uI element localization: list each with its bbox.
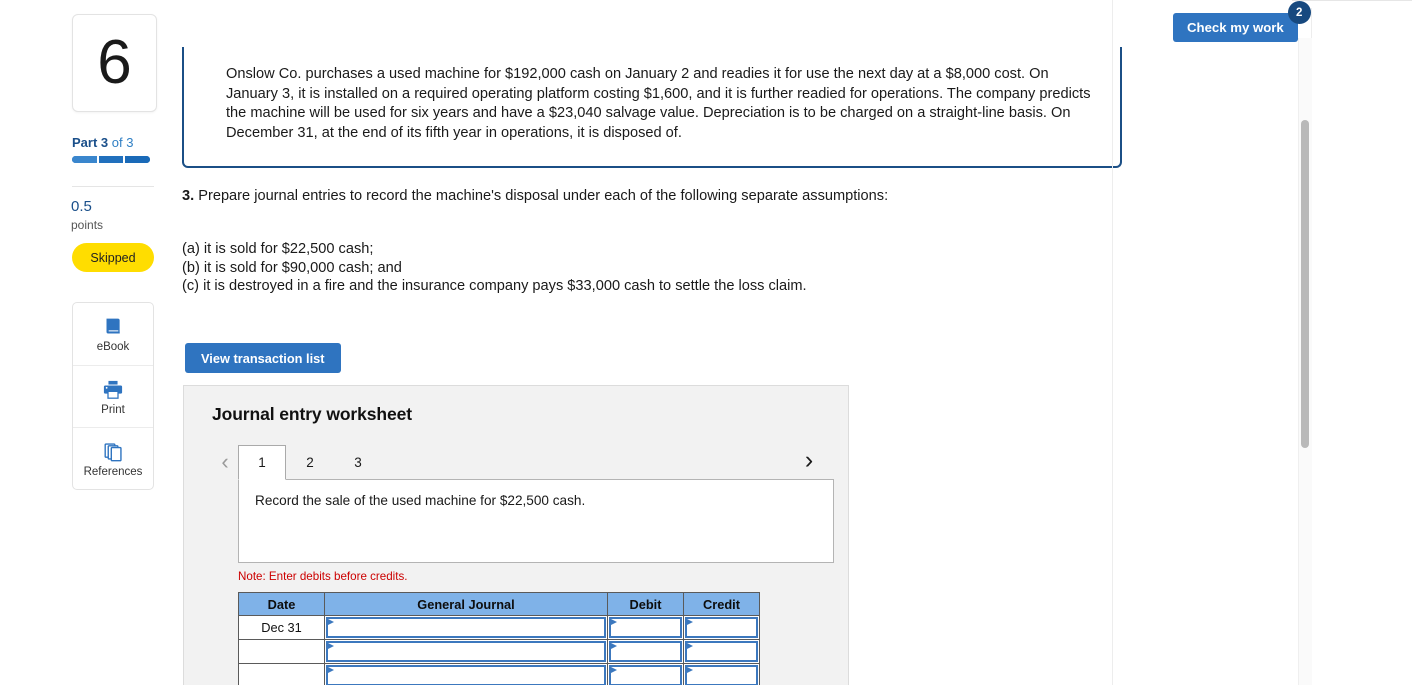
column-header-general-journal: General Journal [324,592,608,616]
book-icon [103,315,124,337]
column-header-date: Date [238,592,325,616]
tool-print[interactable]: Print [73,365,153,427]
cell-debit-3[interactable] [607,663,684,685]
input-debit-1[interactable] [609,617,682,638]
cell-general-journal-3[interactable] [324,663,608,685]
question-number-card: 6 [72,14,157,115]
cell-debit-1[interactable] [607,615,684,640]
tool-references[interactable]: References [73,427,153,489]
part-indicator: Part 3 of 3 [72,135,172,150]
check-my-work-button[interactable]: Check my work [1173,13,1298,42]
worksheet-tab-1-label: 1 [258,455,266,470]
assumption-c: (c) it is destroyed in a fire and the in… [182,278,807,294]
cell-debit-2[interactable] [607,639,684,664]
worksheet-instruction-text: Record the sale of the used machine for … [255,493,586,508]
column-header-credit: Credit [683,592,760,616]
tool-ebook[interactable]: eBook [73,303,153,365]
assumption-list: (a) it is sold for $22,500 cash; (b) it … [182,240,807,296]
check-my-work-wrapper: Check my work 2 [1173,1,1311,42]
cell-date-2[interactable] [238,639,325,664]
view-transaction-list-button[interactable]: View transaction list [185,343,341,373]
journal-entry-table: Date General Journal Debit Credit Dec 31 [238,592,760,685]
cell-general-journal-1[interactable] [324,615,608,640]
progress-segment-1 [72,156,97,163]
rail-divider [72,186,154,187]
problem-statement-text: Onslow Co. purchases a used machine for … [226,66,1091,141]
question-prompt-number: 3. [182,188,195,204]
main-right-divider [1112,0,1113,685]
main-content: Onslow Co. purchases a used machine for … [180,0,1292,685]
worksheet-tab-1[interactable]: 1 [238,445,286,480]
worksheet-tabs: ‹ 1 2 3 › [212,443,826,480]
worksheet-title: Journal entry worksheet [212,404,412,424]
assumption-a: (a) it is sold for $22,500 cash; [182,241,374,257]
copy-pages-icon [103,440,124,462]
input-general-journal-1[interactable] [326,617,606,638]
input-general-journal-2[interactable] [326,641,606,662]
column-header-debit: Debit [607,592,684,616]
input-credit-3[interactable] [685,665,758,685]
cell-date-1: Dec 31 [238,615,325,640]
tool-ebook-label: eBook [96,341,130,353]
table-header-row: Date General Journal Debit Credit [238,592,760,616]
cell-credit-1[interactable] [683,615,760,640]
journal-entry-worksheet-panel: Journal entry worksheet ‹ 1 2 3 › Record… [183,385,849,685]
check-my-work-badge: 2 [1287,1,1311,24]
printer-icon [102,378,124,400]
problem-statement-box: Onslow Co. purchases a used machine for … [182,47,1122,168]
part-indicator-current: Part 3 [72,135,109,150]
chevron-right-icon[interactable]: › [796,443,822,477]
tool-print-label: Print [101,403,125,416]
chevron-left-icon[interactable]: ‹ [212,445,238,479]
part-indicator-total: of 3 [111,135,134,150]
worksheet-tab-3-label: 3 [354,454,362,470]
input-debit-3[interactable] [609,665,682,685]
debits-before-credits-note: Note: Enter debits before credits. [238,570,408,583]
cell-credit-2[interactable] [683,639,760,664]
progress-segment-3 [123,156,150,163]
input-general-journal-3[interactable] [326,665,606,685]
part-progress-bar [72,156,150,163]
points-value: 0.5 [71,198,92,215]
points-label: points [71,218,104,232]
tool-references-label: References [83,465,143,478]
table-row [238,663,760,685]
table-row [238,639,760,664]
worksheet-tab-3[interactable]: 3 [334,445,382,479]
question-prompt: 3. Prepare journal entries to record the… [182,188,888,204]
cell-general-journal-2[interactable] [324,639,608,664]
tool-panel: eBook Print References [72,302,154,490]
input-credit-2[interactable] [685,641,758,662]
assignment-page: 6 Part 3 of 3 0.5 points Skipped eBook P… [0,0,1412,685]
status-badge: Skipped [72,243,154,272]
question-prompt-text: Prepare journal entries to record the ma… [198,188,889,204]
worksheet-tab-panel: Record the sale of the used machine for … [238,479,834,563]
cell-credit-3[interactable] [683,663,760,685]
worksheet-tab-2[interactable]: 2 [286,445,334,479]
input-credit-1[interactable] [685,617,758,638]
question-number: 6 [97,28,132,97]
vertical-scrollbar-thumb[interactable] [1301,120,1309,448]
left-rail: 6 Part 3 of 3 0.5 points Skipped eBook P… [0,0,180,685]
table-row: Dec 31 [238,615,760,640]
assumption-b: (b) it is sold for $90,000 cash; and [182,259,402,276]
cell-date-3[interactable] [238,663,325,685]
progress-segment-2 [96,156,124,163]
input-debit-2[interactable] [609,641,682,662]
worksheet-tab-2-label: 2 [306,454,314,470]
